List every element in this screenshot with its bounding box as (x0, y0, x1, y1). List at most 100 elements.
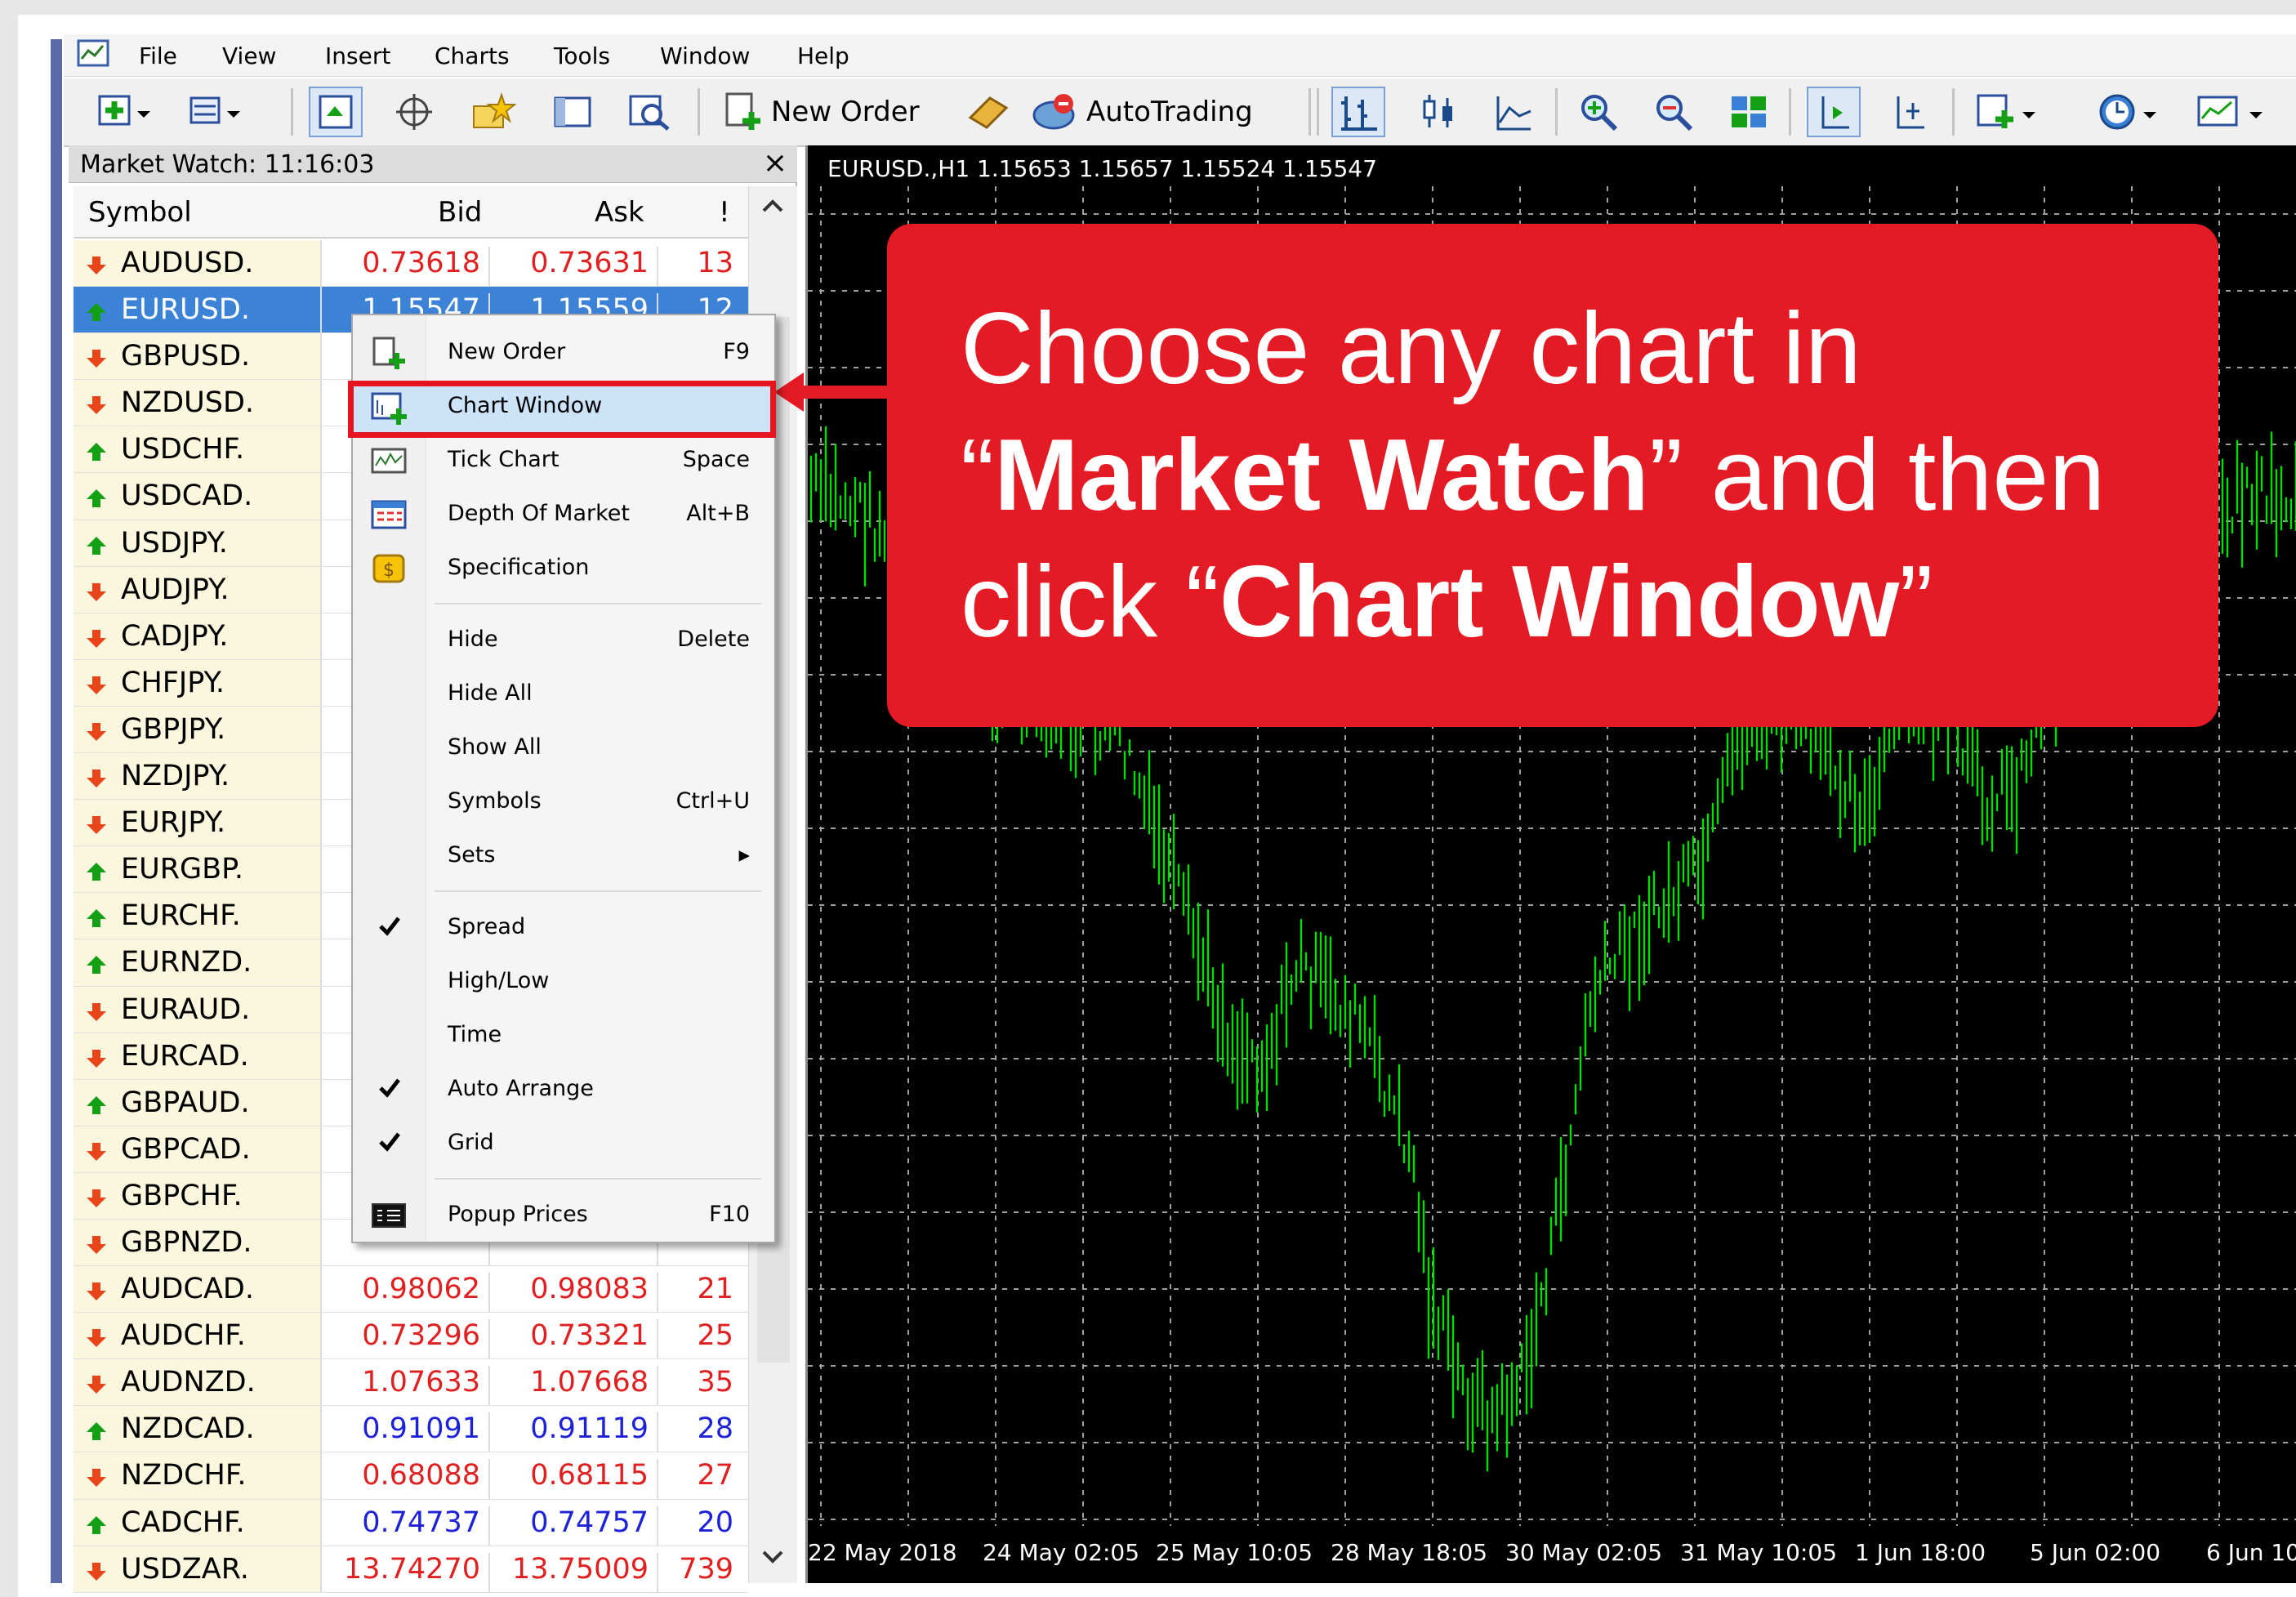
indicators-button[interactable] (1967, 87, 2049, 137)
menu-item-chart-window[interactable]: Chart Window (353, 381, 774, 433)
indicators-icon (1977, 94, 2035, 128)
symbol-name: EURAUD. (121, 993, 251, 1026)
menu-item-shortcut: F9 (723, 339, 750, 364)
table-row[interactable]: AUDNZD. 1.07633 1.07668 35 (74, 1359, 748, 1407)
menu-item-high-low[interactable]: High/Low (353, 956, 774, 1008)
chart-title: EURUSD.,H1 1.15653 1.15657 1.15524 1.155… (827, 155, 1377, 182)
menu-item-depth-of-market[interactable]: Depth Of Market Alt+B (353, 488, 774, 541)
callout-mid: ” and then (1648, 419, 2106, 532)
menu-item-popup-prices[interactable]: Popup Prices F10 (353, 1189, 774, 1242)
symbol-cell: GBPJPY. (74, 706, 322, 753)
menu-item-show-all[interactable]: Show All (353, 722, 774, 774)
bar-chart-icon (1341, 96, 1377, 131)
time-axis-label: 1 Jun 18:00 (1855, 1539, 1986, 1566)
candlesticks-button[interactable] (1411, 87, 1465, 137)
new-order-button[interactable]: New Order (722, 87, 934, 137)
candlesticks-icon (1423, 95, 1452, 127)
arrow-down-icon (87, 770, 106, 788)
symbol-cell: GBPUSD. (74, 333, 322, 380)
menu-item-hide[interactable]: Hide Delete (353, 614, 774, 667)
bid-value: 13.74270 (323, 1552, 490, 1593)
symbol-name: NZDCHF. (121, 1459, 247, 1492)
symbol-cell: GBPNZD. (74, 1219, 322, 1266)
symbol-cell: NZDCHF. (74, 1452, 322, 1499)
ask-value: 0.98083 (490, 1273, 658, 1314)
column-bid[interactable]: Bid (438, 196, 482, 229)
chart-shift-icon (1821, 96, 1849, 129)
strategy-tester-button[interactable] (621, 87, 680, 137)
toolbar-separator (1789, 88, 1791, 136)
menu-charts[interactable]: Charts (435, 42, 510, 69)
menu-item-symbols[interactable]: Symbols Ctrl+U (353, 776, 774, 828)
menu-item-new-order[interactable]: New Order F9 (353, 327, 774, 379)
menu-item-label: Specification (448, 555, 590, 580)
bar-chart-button[interactable] (1331, 87, 1385, 137)
profiles-button[interactable] (178, 87, 252, 137)
metaeditor-button[interactable] (959, 87, 1018, 137)
menu-item-grid[interactable]: Grid (353, 1117, 774, 1170)
column-spread[interactable]: ! (719, 196, 730, 229)
tile-windows-icon (1732, 96, 1766, 127)
periods-button[interactable] (2089, 87, 2171, 137)
callout-bold-market-watch: Market Watch (994, 419, 1649, 532)
bid-value: 0.73296 (323, 1319, 490, 1360)
menu-view[interactable]: View (222, 42, 276, 69)
table-row[interactable]: USDZAR. 13.74270 13.75009 739 (74, 1546, 748, 1593)
toolbar-separator (1317, 88, 1319, 136)
symbol-cell: GBPCHF. (74, 1172, 322, 1219)
menu-help[interactable]: Help (797, 42, 849, 69)
autotrading-button[interactable]: AutoTrading (1031, 87, 1292, 137)
symbol-name: EURNZD. (121, 946, 252, 979)
app-icon (77, 39, 109, 67)
instruction-callout: Choose any chart in “Market Watch” and t… (887, 224, 2218, 727)
arrow-down-icon (87, 1329, 106, 1348)
terminal-button[interactable] (546, 87, 600, 137)
autoscroll-button[interactable] (1882, 87, 1936, 137)
table-row[interactable]: AUDCHF. 0.73296 0.73321 25 (74, 1313, 748, 1360)
tile-windows-button[interactable] (1722, 87, 1776, 137)
column-symbol[interactable]: Symbol (88, 196, 192, 229)
scroll-down-icon[interactable] (760, 1549, 785, 1565)
menu-item-time[interactable]: Time (353, 1010, 774, 1062)
symbol-name: GBPNZD. (121, 1225, 252, 1259)
menu-item-spread[interactable]: Spread (353, 902, 774, 954)
ask-value: 13.75009 (490, 1552, 658, 1593)
table-row[interactable]: NZDCHF. 0.68088 0.68115 27 (74, 1452, 748, 1500)
market-watch-button[interactable] (309, 87, 363, 137)
svg-text:$: $ (383, 560, 395, 581)
table-row[interactable]: NZDCAD. 0.91091 0.91119 28 (74, 1406, 748, 1453)
line-chart-button[interactable] (1487, 87, 1540, 137)
menu-window[interactable]: Window (660, 42, 750, 69)
menu-tools[interactable]: Tools (554, 42, 610, 69)
chart-shift-button[interactable] (1807, 87, 1861, 137)
menu-item-hide-all[interactable]: Hide All (353, 668, 774, 720)
close-icon[interactable]: × (763, 147, 787, 180)
symbol-name: USDJPY. (121, 526, 228, 560)
navigator-button[interactable] (464, 87, 523, 137)
data-window-button[interactable] (387, 87, 441, 137)
scroll-up-icon[interactable] (760, 198, 785, 214)
symbol-cell: NZDUSD. (74, 380, 322, 426)
symbol-name: NZDCAD. (121, 1412, 255, 1446)
table-row[interactable]: CADCHF. 0.74737 0.74757 20 (74, 1499, 748, 1546)
menu-item-sets[interactable]: Sets ▸ (353, 830, 774, 882)
table-row[interactable]: AUDCAD. 0.98062 0.98083 21 (74, 1266, 748, 1314)
zoom-out-button[interactable] (1647, 87, 1701, 137)
symbol-name: GBPAUD. (121, 1086, 250, 1119)
menu-item-label: Sets (448, 842, 496, 868)
new-chart-button[interactable] (88, 87, 162, 137)
templates-button[interactable] (2187, 87, 2277, 137)
menu-item-auto-arrange[interactable]: Auto Arrange (353, 1064, 774, 1116)
column-ask[interactable]: Ask (595, 196, 644, 229)
menu-insert[interactable]: Insert (325, 42, 390, 69)
menu-item-label: Time (448, 1022, 502, 1047)
menu-item-specification[interactable]: $ Specification (353, 542, 774, 595)
chart-window-icon (371, 392, 407, 425)
table-row[interactable]: AUDUSD. 0.73618 0.73631 13 (74, 240, 748, 288)
menu-item-label: Show All (448, 734, 542, 760)
market-watch-title: Market Watch: 11:16:03 (80, 150, 375, 179)
time-axis-label: 25 May 10:05 (1156, 1539, 1313, 1566)
zoom-in-button[interactable] (1572, 87, 1625, 137)
menu-file[interactable]: File (139, 42, 177, 69)
menu-item-tick-chart[interactable]: Tick Chart Space (353, 435, 774, 487)
